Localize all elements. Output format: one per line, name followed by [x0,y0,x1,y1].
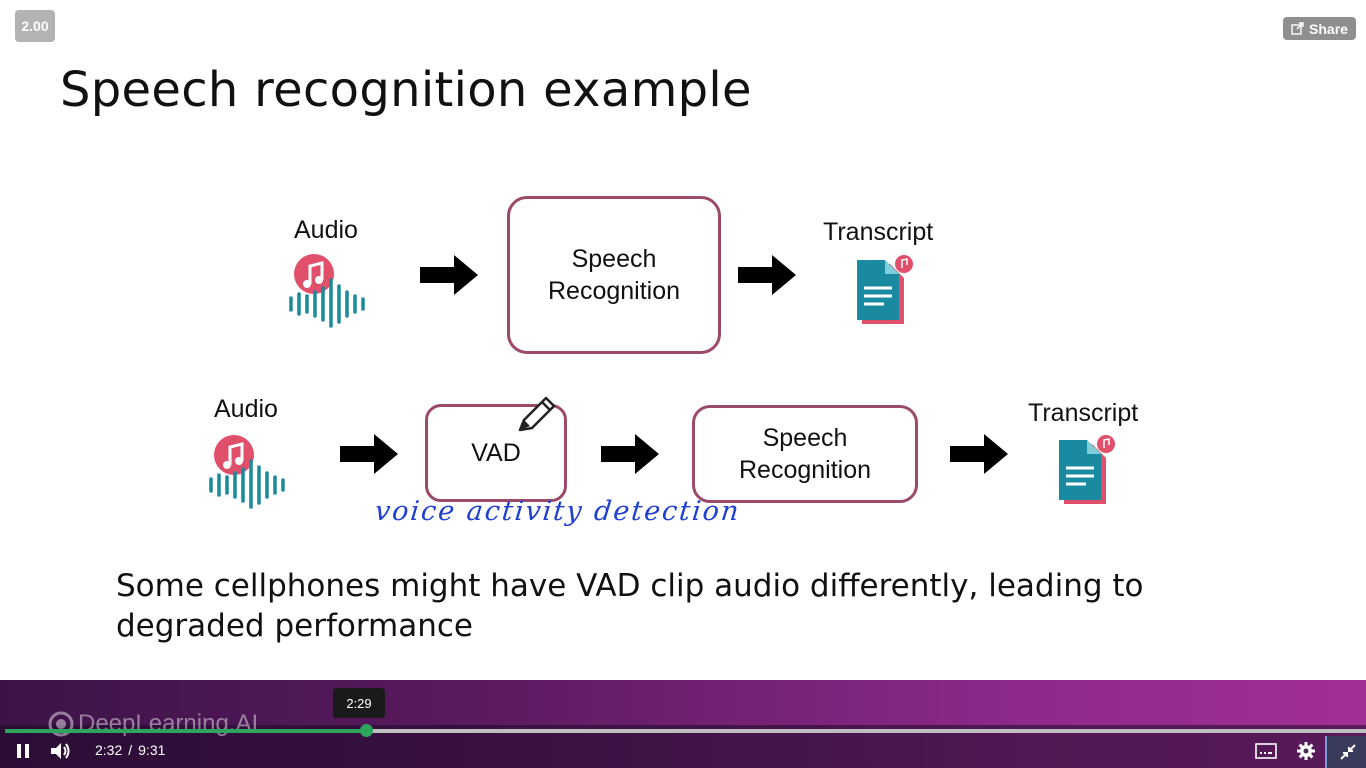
speech-recognition-box-row2: Speech Recognition [692,405,918,503]
volume-icon [51,743,70,759]
slide-title: Speech recognition example [60,62,752,118]
share-label: Share [1309,20,1348,37]
audio-icon [289,254,365,328]
pencil-icon [518,396,556,432]
arrow-icon [950,434,1008,474]
handwritten-annotation: voice activity detection [373,496,743,527]
row1-transcript-label: Transcript [823,218,934,246]
row1-audio-label: Audio [294,216,358,244]
box-line1: Speech [762,423,848,452]
progress-fill [5,729,367,733]
exit-fullscreen-button[interactable] [1325,736,1366,768]
captions-button[interactable] [1255,742,1277,765]
time-readout: 2:32 / 9:31 [95,742,165,758]
row2-audio-label: Audio [214,395,278,423]
pause-button[interactable] [14,742,32,765]
seek-tooltip: 2:29 [333,688,385,718]
share-icon [1291,22,1304,35]
audio-icon [209,435,285,509]
volume-button[interactable] [50,741,72,766]
playback-speed-badge[interactable]: 2.00 [15,10,55,42]
arrow-icon [340,434,398,474]
row2-transcript-label: Transcript [1028,399,1139,427]
captions-icon [1255,743,1277,759]
box-line1: Speech [571,244,657,273]
arrow-icon [420,255,478,295]
arrow-icon [738,255,796,295]
settings-button[interactable] [1296,741,1316,766]
duration: 9:31 [138,742,166,758]
transcript-icon [857,255,913,324]
settings-icon [1297,742,1315,760]
box-line2: Recognition [738,456,872,484]
box-line2: Recognition [547,277,681,305]
time-separator: / [128,742,133,758]
transcript-icon [1059,435,1115,504]
brand-logo-icon [48,711,74,737]
pause-icon [17,744,29,758]
brand-name: DeepLearning.AI [78,710,259,737]
speech-recognition-box-row1: Speech Recognition [507,196,721,354]
slide-note: Some cellphones might have VAD clip audi… [116,568,1144,644]
arrow-icon [601,434,659,474]
current-time: 2:32 [95,742,123,758]
progress-handle[interactable] [360,724,373,737]
share-button[interactable]: Share [1283,17,1356,40]
vad-label: VAD [471,438,521,467]
brand-watermark: DeepLearning.AI [48,710,258,738]
exit-fullscreen-icon [1339,744,1356,760]
